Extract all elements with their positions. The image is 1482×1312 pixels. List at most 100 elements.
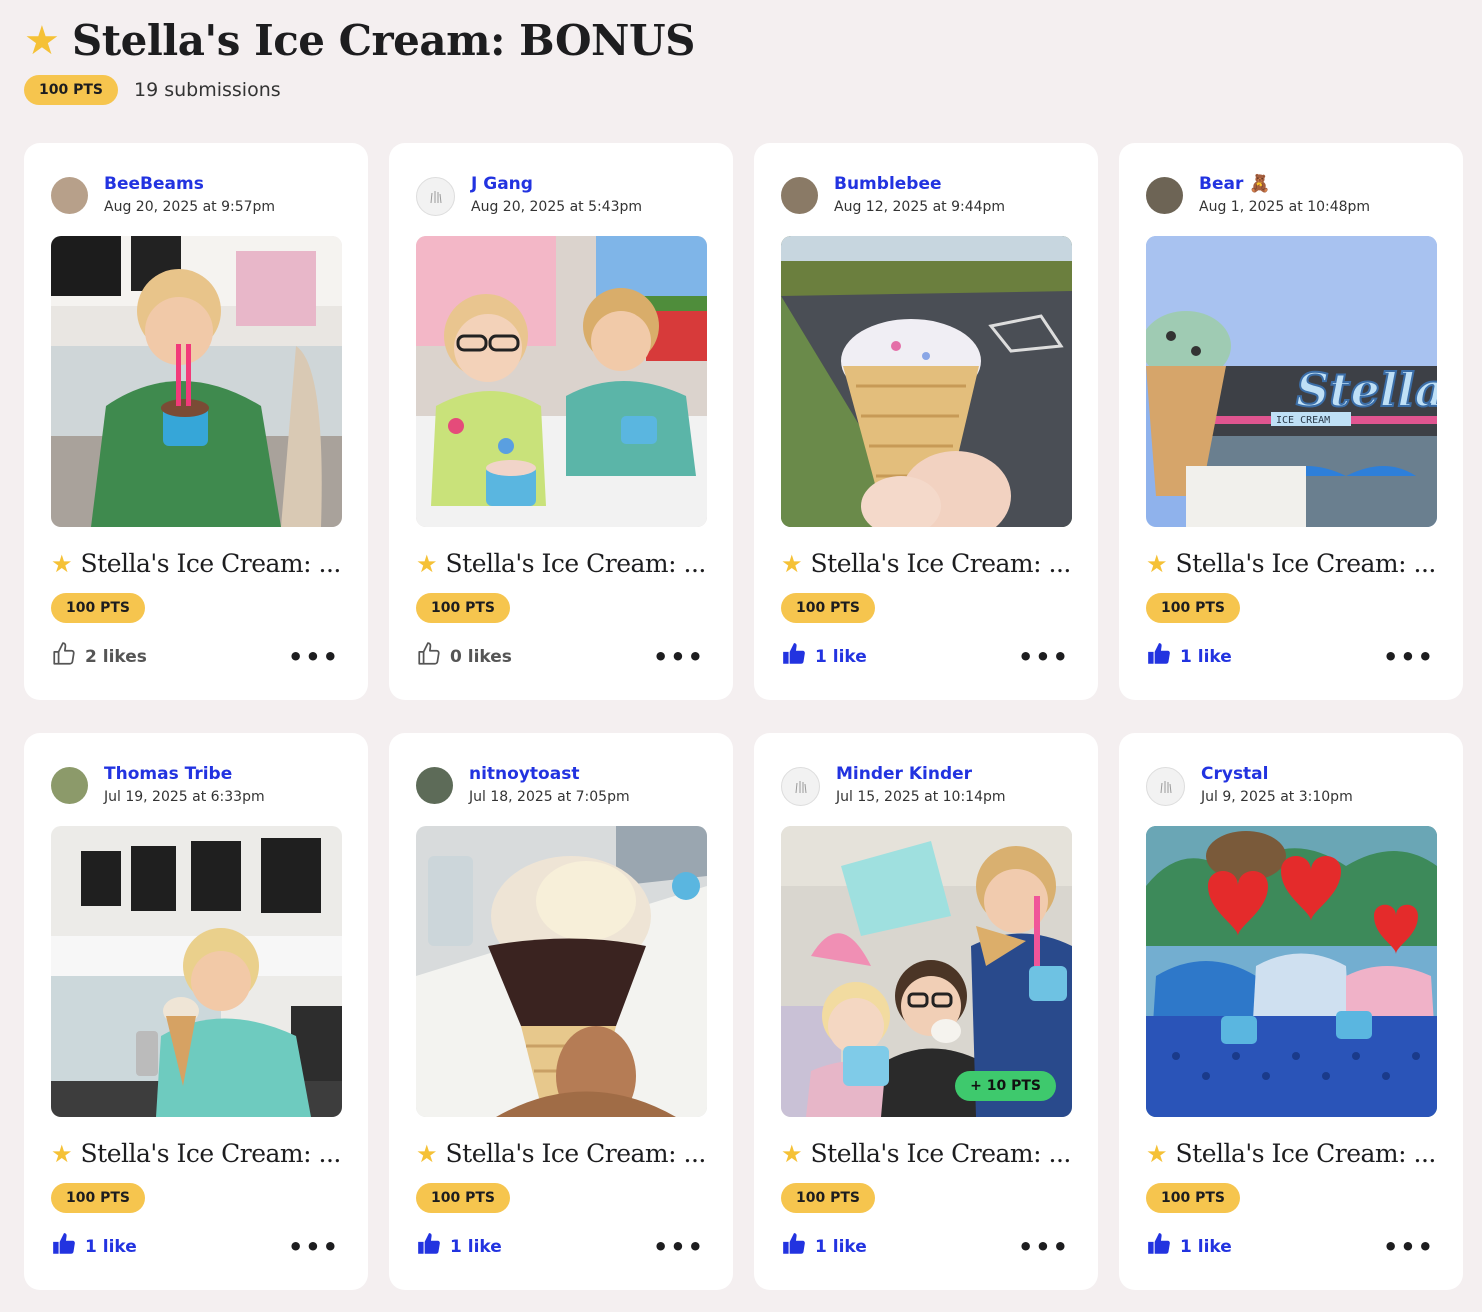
like-count: 1 like [85, 1236, 137, 1257]
submission-card[interactable]: BeeBeams Aug 20, 2025 at 9:57pm ★ Stella… [24, 143, 368, 700]
submission-card[interactable]: Bear 🧸 Aug 1, 2025 at 10:48pm Stella'sIC… [1119, 143, 1463, 700]
user-info: Thomas Tribe Jul 19, 2025 at 6:33pm [104, 764, 265, 805]
submission-photo[interactable] [416, 236, 707, 527]
user-info: BeeBeams Aug 20, 2025 at 9:57pm [104, 174, 275, 215]
like-button[interactable]: 1 like [1146, 641, 1232, 672]
user-name-link[interactable]: Thomas Tribe [104, 764, 265, 785]
card-title-text: Stella's Ice Cream: ... [1175, 549, 1436, 578]
card-title[interactable]: ★ Stella's Ice Cream: ... [416, 1139, 707, 1168]
submission-photo[interactable] [1146, 826, 1437, 1117]
thumbs-up-icon [1146, 1231, 1172, 1262]
card-title[interactable]: ★ Stella's Ice Cream: ... [51, 549, 342, 578]
avatar[interactable] [781, 767, 820, 806]
points-badge: 100 PTS [1146, 1183, 1240, 1213]
like-count: 1 like [450, 1236, 502, 1257]
submission-photo[interactable] [416, 826, 707, 1117]
card-title-text: Stella's Ice Cream: ... [810, 1139, 1071, 1168]
card-title-text: Stella's Ice Cream: ... [1175, 1139, 1436, 1168]
submission-card[interactable]: J Gang Aug 20, 2025 at 5:43pm ★ Stella's… [389, 143, 733, 700]
more-options-icon[interactable]: ••• [288, 645, 342, 669]
card-header: J Gang Aug 20, 2025 at 5:43pm [416, 143, 707, 233]
more-options-icon[interactable]: ••• [288, 1235, 342, 1259]
like-button[interactable]: 1 like [781, 1231, 867, 1262]
like-button[interactable]: 1 like [781, 641, 867, 672]
submission-card[interactable]: Bumblebee Aug 12, 2025 at 9:44pm ★ Stell… [754, 143, 1098, 700]
submission-card[interactable]: Crystal Jul 9, 2025 at 3:10pm ★ Stella's… [1119, 733, 1463, 1290]
card-header: Thomas Tribe Jul 19, 2025 at 6:33pm [51, 733, 342, 823]
more-options-icon[interactable]: ••• [1018, 1235, 1072, 1259]
submission-card[interactable]: nitnoytoast Jul 18, 2025 at 7:05pm ★ Ste… [389, 733, 733, 1290]
like-button[interactable]: 1 like [416, 1231, 502, 1262]
submission-photo[interactable] [781, 236, 1072, 527]
card-footer: 1 like ••• [1146, 641, 1437, 672]
more-options-icon[interactable]: ••• [1018, 645, 1072, 669]
like-button[interactable]: 0 likes [416, 641, 512, 672]
meta-row: 100 PTS 19 submissions [24, 75, 695, 105]
card-footer: 1 like ••• [1146, 1231, 1437, 1262]
user-info: J Gang Aug 20, 2025 at 5:43pm [471, 174, 642, 215]
more-options-icon[interactable]: ••• [1383, 1235, 1437, 1259]
post-date: Jul 15, 2025 at 10:14pm [836, 789, 1006, 805]
user-name-link[interactable]: Bear 🧸 [1199, 174, 1370, 195]
submission-card[interactable]: Thomas Tribe Jul 19, 2025 at 6:33pm ★ St… [24, 733, 368, 1290]
like-button[interactable]: 2 likes [51, 641, 147, 672]
avatar[interactable] [1146, 177, 1183, 214]
card-title[interactable]: ★ Stella's Ice Cream: ... [51, 1139, 342, 1168]
hand-sketch-icon [1160, 780, 1171, 793]
submission-photo[interactable] [51, 236, 342, 527]
user-name-link[interactable]: J Gang [471, 174, 642, 195]
submission-photo[interactable]: Stella'sICE CREAM [1146, 236, 1437, 527]
more-options-icon[interactable]: ••• [653, 645, 707, 669]
points-badge: 100 PTS [416, 1183, 510, 1213]
more-options-icon[interactable]: ••• [1383, 645, 1437, 669]
like-count: 2 likes [85, 646, 147, 667]
avatar[interactable] [416, 767, 453, 804]
post-date: Jul 9, 2025 at 3:10pm [1201, 789, 1353, 805]
store-sign-text: Stella's [1296, 363, 1437, 417]
card-title[interactable]: ★ Stella's Ice Cream: ... [416, 549, 707, 578]
avatar[interactable] [1146, 767, 1185, 806]
card-header: Bumblebee Aug 12, 2025 at 9:44pm [781, 143, 1072, 233]
post-date: Jul 19, 2025 at 6:33pm [104, 789, 265, 805]
star-icon: ★ [416, 549, 438, 578]
avatar[interactable] [51, 177, 88, 214]
hand-sketch-icon [795, 780, 806, 793]
card-title[interactable]: ★ Stella's Ice Cream: ... [1146, 549, 1437, 578]
thumbs-up-icon [416, 641, 442, 672]
user-info: Crystal Jul 9, 2025 at 3:10pm [1201, 764, 1353, 805]
more-options-icon[interactable]: ••• [653, 1235, 707, 1259]
like-button[interactable]: 1 like [51, 1231, 137, 1262]
card-title[interactable]: ★ Stella's Ice Cream: ... [1146, 1139, 1437, 1168]
card-footer: 0 likes ••• [416, 641, 707, 672]
points-badge: 100 PTS [1146, 593, 1240, 623]
like-count: 1 like [815, 1236, 867, 1257]
star-icon: ★ [781, 549, 803, 578]
store-sign-subtext: ICE CREAM [1276, 415, 1330, 426]
card-title[interactable]: ★ Stella's Ice Cream: ... [781, 549, 1072, 578]
user-info: Bear 🧸 Aug 1, 2025 at 10:48pm [1199, 174, 1370, 215]
submission-photo[interactable] [51, 826, 342, 1117]
card-header: nitnoytoast Jul 18, 2025 at 7:05pm [416, 733, 707, 823]
thumbs-up-icon [416, 1231, 442, 1262]
like-count: 1 like [1180, 1236, 1232, 1257]
card-title-text: Stella's Ice Cream: ... [445, 1139, 706, 1168]
star-icon: ★ [416, 1139, 438, 1168]
bonus-points-badge: + 10 PTS [955, 1071, 1056, 1101]
user-name-link[interactable]: Minder Kinder [836, 764, 1006, 785]
card-title[interactable]: ★ Stella's Ice Cream: ... [781, 1139, 1072, 1168]
user-name-link[interactable]: Crystal [1201, 764, 1353, 785]
post-date: Aug 20, 2025 at 5:43pm [471, 199, 643, 215]
avatar[interactable] [781, 177, 818, 214]
avatar[interactable] [416, 177, 455, 216]
submission-count: 19 submissions [134, 79, 281, 101]
user-info: Bumblebee Aug 12, 2025 at 9:44pm [834, 174, 1005, 215]
avatar[interactable] [51, 767, 88, 804]
card-title-text: Stella's Ice Cream: ... [810, 549, 1071, 578]
user-name-link[interactable]: BeeBeams [104, 174, 275, 195]
user-name-link[interactable]: Bumblebee [834, 174, 1005, 195]
like-button[interactable]: 1 like [1146, 1231, 1232, 1262]
submission-card[interactable]: Minder Kinder Jul 15, 2025 at 10:14pm + … [754, 733, 1098, 1290]
submission-photo[interactable]: + 10 PTS [781, 826, 1072, 1117]
user-name-link[interactable]: nitnoytoast [469, 764, 630, 785]
star-icon: ★ [1146, 1139, 1168, 1168]
